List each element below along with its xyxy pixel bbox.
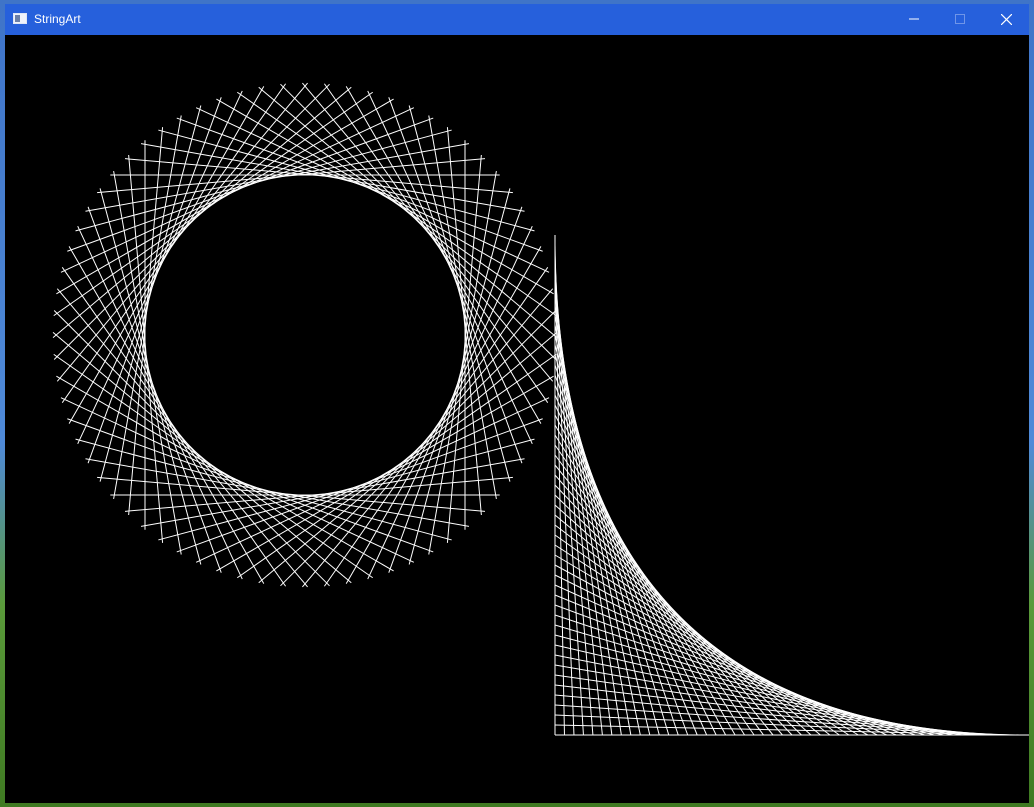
circle-string xyxy=(67,117,434,252)
circle-string xyxy=(280,310,557,587)
circle-string xyxy=(67,418,434,553)
circle-string xyxy=(446,154,482,543)
app-window: StringArt xyxy=(5,4,1029,803)
corner-string xyxy=(554,574,878,736)
string-art-drawing xyxy=(52,82,1029,736)
circle-string xyxy=(428,115,497,500)
corner-string-art xyxy=(554,235,1029,736)
corner-string xyxy=(554,534,840,736)
circle-string xyxy=(258,86,558,338)
circle-string xyxy=(124,476,513,512)
circle-string xyxy=(99,188,202,565)
circle-string xyxy=(158,438,535,541)
circle-string xyxy=(99,105,202,482)
circle-string xyxy=(53,91,373,317)
circle-string xyxy=(56,82,308,382)
corner-string xyxy=(554,514,821,736)
circle-string xyxy=(258,332,558,584)
circle-string xyxy=(388,206,523,573)
circle-string xyxy=(280,83,557,360)
circle-string xyxy=(323,267,549,587)
circle-string-art xyxy=(52,82,558,588)
circle-string xyxy=(85,458,470,527)
corner-string xyxy=(554,724,1020,736)
maximize-icon xyxy=(955,14,965,24)
circle-string xyxy=(302,288,554,588)
maximize-button[interactable] xyxy=(937,4,983,35)
circle-string xyxy=(176,117,543,252)
circle-string xyxy=(75,438,452,541)
minimize-icon xyxy=(909,18,919,20)
circle-string xyxy=(446,127,482,516)
circle-string xyxy=(302,82,554,382)
circle-string xyxy=(53,353,373,579)
app-icon xyxy=(13,13,27,24)
circle-string xyxy=(237,353,557,579)
circle-string xyxy=(124,158,513,194)
circle-string xyxy=(388,97,523,464)
corner-string xyxy=(554,684,982,736)
circle-string xyxy=(87,206,222,573)
minimize-button[interactable] xyxy=(891,4,937,35)
circle-string xyxy=(56,288,308,588)
corner-string xyxy=(554,714,1011,736)
circle-string xyxy=(158,129,535,232)
corner-string xyxy=(554,704,1001,736)
circle-string xyxy=(53,310,330,587)
close-icon xyxy=(1000,14,1012,25)
circle-string xyxy=(128,154,164,543)
circle-string xyxy=(87,97,222,464)
circle-string xyxy=(85,143,470,212)
close-button[interactable] xyxy=(983,4,1029,35)
circle-string xyxy=(428,170,497,555)
circle-string xyxy=(128,127,164,516)
circle-string xyxy=(52,332,352,584)
circle-string xyxy=(75,129,452,232)
corner-string xyxy=(554,584,888,736)
circle-string xyxy=(61,267,287,587)
corner-string xyxy=(554,604,906,736)
circle-string xyxy=(408,105,511,482)
circle-string xyxy=(97,158,486,194)
circle-string xyxy=(61,83,287,403)
circle-string xyxy=(408,188,511,565)
circle-string xyxy=(140,458,525,527)
title-bar[interactable]: StringArt xyxy=(5,4,1029,35)
circle-string xyxy=(97,476,486,512)
circle-string xyxy=(237,91,557,317)
circle-string xyxy=(140,143,525,212)
circle-string xyxy=(176,418,543,553)
circle-string xyxy=(53,83,330,360)
drawing-canvas[interactable] xyxy=(5,35,1029,803)
circle-string xyxy=(113,170,182,555)
circle-string xyxy=(113,115,182,500)
circle-string xyxy=(52,86,352,338)
window-title: StringArt xyxy=(34,12,81,26)
circle-string xyxy=(323,83,549,403)
